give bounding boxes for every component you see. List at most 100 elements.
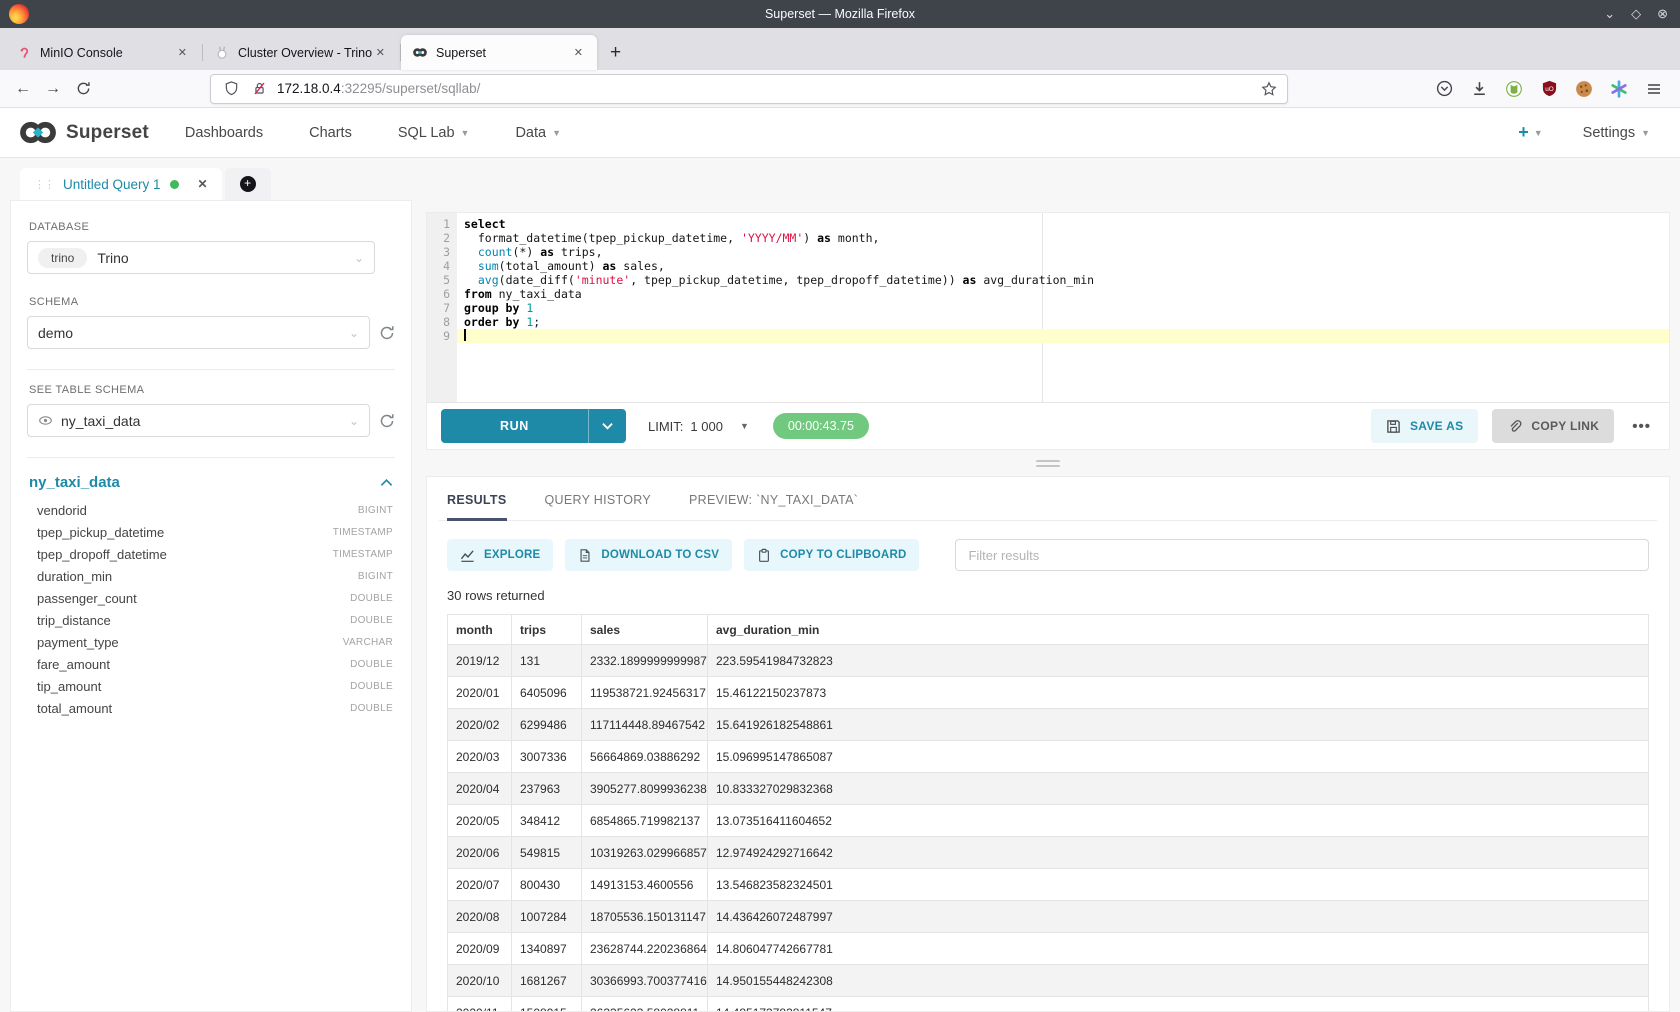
tab-close-icon[interactable]: ✕ — [174, 44, 191, 61]
schema-column-row[interactable]: tip_amountDOUBLE — [27, 675, 395, 697]
reload-button[interactable] — [68, 75, 98, 103]
filter-results-input[interactable] — [955, 539, 1649, 571]
table-row[interactable]: 2020/03300733656664869.0388629215.096995… — [448, 741, 1649, 773]
insecure-lock-icon[interactable] — [249, 79, 269, 99]
schema-select[interactable]: demo ⌄ — [27, 316, 370, 349]
run-query-button[interactable]: RUN — [441, 409, 626, 443]
schema-column-row[interactable]: total_amountDOUBLE — [27, 697, 395, 719]
tab-close-icon[interactable]: ✕ — [372, 44, 389, 61]
splitter-handle-icon[interactable] — [1036, 460, 1060, 467]
schema-column-row[interactable]: vendoridBIGINT — [27, 499, 395, 521]
browser-tab-superset[interactable]: Superset✕ — [401, 35, 597, 70]
refresh-tables-icon[interactable] — [379, 413, 395, 429]
extension-asterisk-icon[interactable] — [1609, 79, 1629, 99]
menu-hamburger-icon[interactable] — [1644, 79, 1664, 99]
privacy-badger-icon[interactable] — [1504, 79, 1524, 99]
schema-column-row[interactable]: passenger_countDOUBLE — [27, 587, 395, 609]
add-query-tab-button[interactable]: + — [225, 168, 271, 200]
table-row[interactable]: 2020/053484126854865.71998213713.0735164… — [448, 805, 1649, 837]
table-row[interactable]: 2020/026299486117114448.8946754215.64192… — [448, 709, 1649, 741]
table-schema-header[interactable]: ny_taxi_data — [27, 472, 395, 499]
code-line-5[interactable]: avg(date_diff('minute', tpep_pickup_date… — [457, 273, 1669, 287]
code-line-2[interactable]: format_datetime(tpep_pickup_datetime, 'Y… — [457, 231, 1669, 245]
cookie-extension-icon[interactable] — [1574, 79, 1594, 99]
new-tab-button[interactable]: + — [598, 35, 633, 70]
nav-item-dashboards[interactable]: Dashboards — [185, 125, 263, 141]
explore-button[interactable]: EXPLORE — [447, 539, 553, 571]
table-row[interactable]: 2020/042379633905277.809993623810.833327… — [448, 773, 1649, 805]
table-row[interactable]: 2020/09134089723628744.22023686414.80604… — [448, 933, 1649, 965]
column-header-sales[interactable]: sales — [582, 615, 708, 645]
chevron-up-icon[interactable] — [380, 478, 393, 487]
tab-close-icon[interactable]: ✕ — [570, 44, 587, 61]
table-row[interactable]: 2020/08100728418705536.15013114714.43642… — [448, 901, 1649, 933]
table-row[interactable]: 2020/11150891526335623.5802881114.485173… — [448, 997, 1649, 1012]
schema-column-row[interactable]: fare_amountDOUBLE — [27, 653, 395, 675]
table-row[interactable]: 2020/10168126730366993.70037741614.95015… — [448, 965, 1649, 997]
copy-link-button[interactable]: COPY LINK — [1492, 409, 1614, 443]
ublock-origin-icon[interactable]: uO — [1539, 79, 1559, 99]
code-line-4[interactable]: sum(total_amount) as sales, — [457, 259, 1669, 273]
code-line-1[interactable]: select — [457, 217, 1669, 231]
downloads-icon[interactable] — [1469, 79, 1489, 99]
add-new-button[interactable]: + ▼ — [1518, 122, 1542, 143]
download-to-csv-button[interactable]: DOWNLOAD TO CSV — [565, 539, 732, 571]
code-line-9[interactable] — [457, 329, 1669, 343]
tracking-shield-icon[interactable] — [221, 79, 241, 99]
schema-column-row[interactable]: trip_distanceDOUBLE — [27, 609, 395, 631]
pane-splitter[interactable] — [426, 450, 1670, 476]
column-header-trips[interactable]: trips — [512, 615, 582, 645]
schema-column-row[interactable]: tpep_dropoff_datetimeTIMESTAMP — [27, 543, 395, 565]
table-cell: 1681267 — [512, 965, 582, 997]
url-bar[interactable]: 172.18.0.4:32295/superset/sqllab/ — [210, 74, 1288, 104]
results-table-wrap[interactable]: monthtripssalesavg_duration_min 2019/121… — [447, 614, 1649, 1011]
chevron-down-icon[interactable]: ⌄ — [1604, 6, 1615, 22]
limit-dropdown[interactable]: LIMIT: 1 000 ▼ — [648, 419, 749, 434]
results-tab-query-history[interactable]: QUERY HISTORY — [545, 493, 651, 520]
table-row[interactable]: 2020/0654981510319263.02996685712.974924… — [448, 837, 1649, 869]
code-line-6[interactable]: from ny_taxi_data — [457, 287, 1669, 301]
table-row[interactable]: 2020/016405096119538721.9245631715.46122… — [448, 677, 1649, 709]
results-tab-results[interactable]: RESULTS — [447, 493, 507, 520]
code-line-8[interactable]: order by 1; — [457, 315, 1669, 329]
refresh-schema-icon[interactable] — [379, 325, 395, 341]
table-row[interactable]: 2019/121312332.1899999999987223.59541984… — [448, 645, 1649, 677]
table-select[interactable]: ny_taxi_data ⌄ — [27, 404, 370, 437]
browser-tab-minio-console[interactable]: MinIO Console✕ — [5, 35, 201, 70]
schema-column-row[interactable]: payment_typeVARCHAR — [27, 631, 395, 653]
table-cell: 14.806047742667781 — [708, 933, 1649, 965]
nav-item-data[interactable]: Data▼ — [515, 125, 561, 141]
forward-button[interactable]: → — [38, 75, 68, 103]
more-options-button[interactable]: ••• — [1628, 418, 1655, 435]
results-tab-preview[interactable]: PREVIEW: `NY_TAXI_DATA` — [689, 493, 858, 520]
column-header-month[interactable]: month — [448, 615, 512, 645]
query-tab[interactable]: ⋮⋮ Untitled Query 1 ✕ — [20, 168, 222, 200]
close-circle-icon[interactable]: ⊗ — [1657, 6, 1668, 22]
nav-item-sql-lab[interactable]: SQL Lab▼ — [398, 125, 470, 141]
browser-tab-cluster-overview-trino[interactable]: Cluster Overview - Trino✕ — [203, 35, 399, 70]
query-tab-close-icon[interactable]: ✕ — [198, 177, 208, 191]
code-area[interactable]: 123456789 select format_datetime(tpep_pi… — [427, 213, 1669, 403]
nav-item-charts[interactable]: Charts — [309, 125, 352, 141]
run-options-caret[interactable] — [589, 409, 626, 443]
schema-column-row[interactable]: duration_minBIGINT — [27, 565, 395, 587]
drag-handle-icon[interactable]: ⋮⋮ — [34, 178, 54, 191]
bookmark-star-icon[interactable] — [1261, 81, 1277, 97]
pocket-icon[interactable] — [1434, 79, 1454, 99]
code-content[interactable]: select format_datetime(tpep_pickup_datet… — [457, 213, 1669, 402]
column-header-avg-duration-min[interactable]: avg_duration_min — [708, 615, 1649, 645]
superset-brand[interactable]: Superset — [16, 119, 149, 146]
limit-label: LIMIT: — [648, 419, 683, 434]
code-line-7[interactable]: group by 1 — [457, 301, 1669, 315]
database-select[interactable]: trino Trino ⌄ — [27, 241, 375, 274]
schema-column-row[interactable]: tpep_pickup_datetimeTIMESTAMP — [27, 521, 395, 543]
table-row[interactable]: 2020/0780043014913153.460055613.54682358… — [448, 869, 1649, 901]
run-label[interactable]: RUN — [441, 409, 589, 443]
diamond-icon[interactable]: ◇ — [1631, 6, 1641, 22]
copy-to-clipboard-button[interactable]: COPY TO CLIPBOARD — [744, 539, 919, 571]
save-as-button[interactable]: SAVE AS — [1371, 409, 1478, 443]
settings-menu[interactable]: Settings ▼ — [1583, 125, 1650, 141]
code-line-3[interactable]: count(*) as trips, — [457, 245, 1669, 259]
back-button[interactable]: ← — [8, 75, 38, 103]
table-cell: 14.950155448242308 — [708, 965, 1649, 997]
